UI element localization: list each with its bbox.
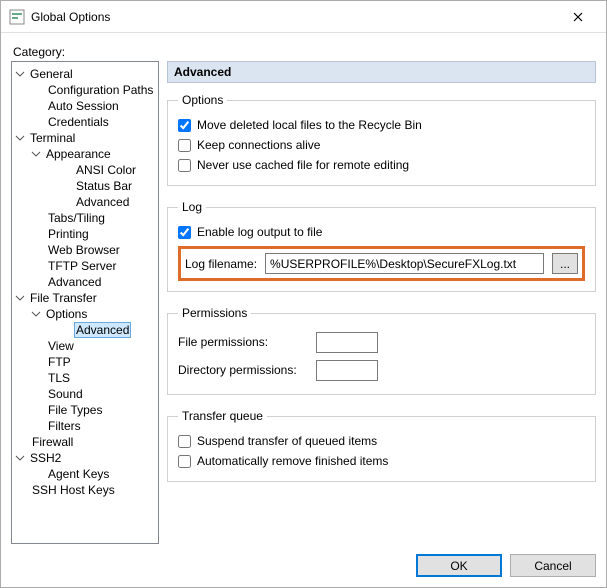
app-icon xyxy=(9,9,25,25)
tree-item-file-types[interactable]: File Types xyxy=(46,402,104,418)
tree-item-sound[interactable]: Sound xyxy=(46,386,85,402)
category-tree[interactable]: General Configuration Paths Auto Session… xyxy=(11,61,159,544)
file-perm-label: File permissions: xyxy=(178,335,308,349)
category-label: Category: xyxy=(13,45,596,59)
tree-item-firewall[interactable]: Firewall xyxy=(30,434,75,450)
browse-button[interactable]: ... xyxy=(552,253,578,274)
keep-alive-checkbox[interactable] xyxy=(178,139,191,152)
keep-alive-label: Keep connections alive xyxy=(197,138,320,152)
tree-item-agent-keys[interactable]: Agent Keys xyxy=(46,466,111,482)
tree-item-credentials[interactable]: Credentials xyxy=(46,114,111,130)
log-filename-input[interactable] xyxy=(265,253,544,274)
tree-item-term-advanced[interactable]: Advanced xyxy=(74,194,131,210)
tree-item-ssh2[interactable]: SSH2 xyxy=(28,450,63,466)
enable-log-checkbox[interactable] xyxy=(178,226,191,239)
tree-item-config-paths[interactable]: Configuration Paths xyxy=(46,82,155,98)
tree-item-ft-advanced[interactable]: Advanced xyxy=(74,322,131,338)
tree-item-file-transfer[interactable]: File Transfer xyxy=(28,290,99,306)
ok-button[interactable]: OK xyxy=(416,554,502,577)
tree-item-auto-session[interactable]: Auto Session xyxy=(46,98,121,114)
options-legend: Options xyxy=(178,93,227,107)
transfer-queue-group: Transfer queue Suspend transfer of queue… xyxy=(167,409,596,482)
tree-item-tftp[interactable]: TFTP Server xyxy=(46,258,118,274)
window-title: Global Options xyxy=(31,10,558,24)
tree-item-printing[interactable]: Printing xyxy=(46,226,91,242)
tree-item-ft-options[interactable]: Options xyxy=(44,306,89,322)
chevron-down-icon[interactable] xyxy=(14,452,26,464)
no-cache-label: Never use cached file for remote editing xyxy=(197,158,409,172)
transfer-queue-legend: Transfer queue xyxy=(178,409,267,423)
auto-remove-label: Automatically remove finished items xyxy=(197,454,388,468)
tree-item-terminal[interactable]: Terminal xyxy=(28,130,77,146)
auto-remove-checkbox[interactable] xyxy=(178,455,191,468)
chevron-down-icon[interactable] xyxy=(30,148,42,160)
tree-item-tls[interactable]: TLS xyxy=(46,370,72,386)
no-cache-checkbox[interactable] xyxy=(178,159,191,172)
tree-item-ssh-host-keys[interactable]: SSH Host Keys xyxy=(30,482,117,498)
tree-item-web-browser[interactable]: Web Browser xyxy=(46,242,122,258)
chevron-down-icon[interactable] xyxy=(30,308,42,320)
cancel-button[interactable]: Cancel xyxy=(510,554,596,577)
dir-perm-input[interactable] xyxy=(316,360,378,381)
suspend-queue-label: Suspend transfer of queued items xyxy=(197,434,377,448)
suspend-queue-checkbox[interactable] xyxy=(178,435,191,448)
recycle-bin-label: Move deleted local files to the Recycle … xyxy=(197,118,422,132)
log-group: Log Enable log output to file Log filena… xyxy=(167,200,596,292)
tree-item-status-bar[interactable]: Status Bar xyxy=(74,178,134,194)
enable-log-label: Enable log output to file xyxy=(197,225,322,239)
dir-perm-label: Directory permissions: xyxy=(178,363,308,377)
log-filename-label: Log filename: xyxy=(185,257,257,271)
tree-item-filters[interactable]: Filters xyxy=(46,418,83,434)
tree-item-ansi-color[interactable]: ANSI Color xyxy=(74,162,138,178)
permissions-legend: Permissions xyxy=(178,306,251,320)
tree-item-tabs[interactable]: Tabs/Tiling xyxy=(46,210,107,226)
close-button[interactable] xyxy=(558,1,598,33)
file-perm-input[interactable] xyxy=(316,332,378,353)
tree-item-ftp[interactable]: FTP xyxy=(46,354,73,370)
tree-item-view[interactable]: View xyxy=(46,338,76,354)
recycle-bin-checkbox[interactable] xyxy=(178,119,191,132)
tree-item-general[interactable]: General xyxy=(28,66,75,82)
options-group: Options Move deleted local files to the … xyxy=(167,93,596,186)
log-legend: Log xyxy=(178,200,206,214)
chevron-down-icon[interactable] xyxy=(14,292,26,304)
chevron-down-icon[interactable] xyxy=(14,132,26,144)
chevron-down-icon[interactable] xyxy=(14,68,26,80)
permissions-group: Permissions File permissions: Directory … xyxy=(167,306,596,395)
tree-item-appearance[interactable]: Appearance xyxy=(44,146,113,162)
panel-title: Advanced xyxy=(167,61,596,83)
tree-item-term-adv2[interactable]: Advanced xyxy=(46,274,103,290)
log-filename-row: Log filename: ... xyxy=(178,246,585,281)
